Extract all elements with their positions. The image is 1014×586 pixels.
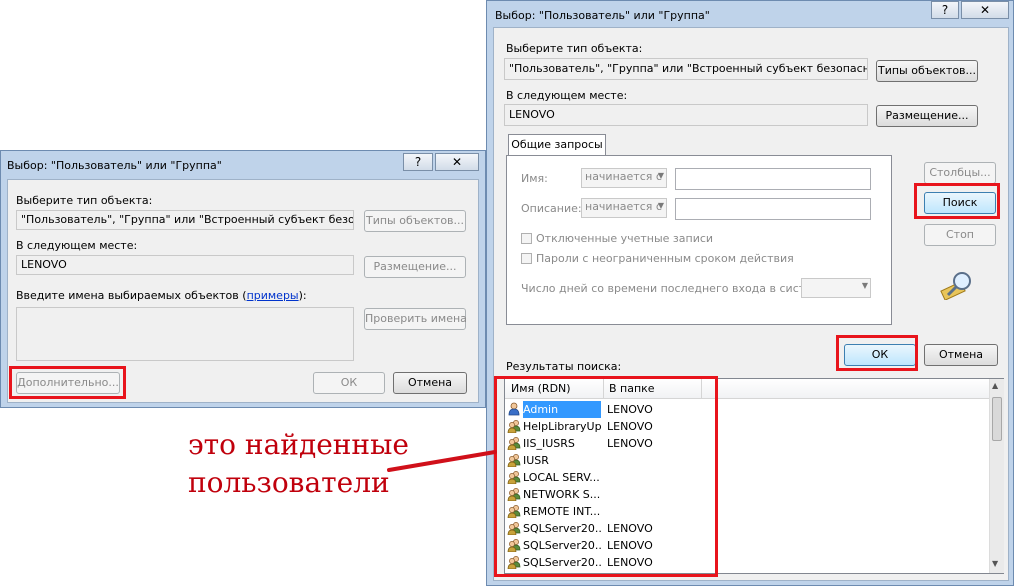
search-button-highlight <box>914 183 1000 219</box>
close-button[interactable]: ✕ <box>961 1 1009 19</box>
tab-general-queries[interactable]: Общие запросы <box>508 134 606 156</box>
disabled-accounts-checkbox[interactable]: Отключенные учетные записи <box>521 232 713 245</box>
annotation-line-1: это найденные <box>188 428 409 461</box>
annotation-line-2: пользователи <box>188 466 390 499</box>
search-icon <box>940 272 971 300</box>
checkbox-box[interactable] <box>521 253 532 264</box>
chevron-down-icon: ▼ <box>861 281 868 290</box>
description-combo-value: начинается с <box>585 200 662 213</box>
non-expiring-passwords-checkbox[interactable]: Пароли с неограниченным сроком действия <box>521 252 794 265</box>
description-label: Описание: <box>521 202 582 215</box>
days-since-login-combo[interactable]: ▼ <box>801 278 871 298</box>
chevron-down-icon: ▼ <box>657 171 664 180</box>
check-names-button[interactable]: Проверить имена <box>364 308 467 330</box>
non-expiring-passwords-label: Пароли с неограниченным сроком действия <box>536 252 794 265</box>
help-button[interactable]: ? <box>931 1 959 19</box>
stop-button[interactable]: Стоп <box>924 224 996 246</box>
ok-button-highlight <box>836 335 918 371</box>
scroll-thumb[interactable] <box>992 397 1002 441</box>
enter-names-label: Введите имена выбираемых объектов (приме… <box>16 289 307 302</box>
enter-names-prefix: Введите имена выбираемых объектов ( <box>16 289 247 302</box>
results-label: Результаты поиска: <box>506 360 622 373</box>
advanced-button-highlight <box>9 366 126 399</box>
description-combo[interactable]: начинается с ▼ <box>581 198 667 218</box>
help-button[interactable]: ? <box>403 153 433 171</box>
name-combo[interactable]: начинается с ▼ <box>581 168 667 188</box>
object-type-label: Выберите тип объекта: <box>506 42 643 55</box>
names-textarea[interactable] <box>16 307 354 361</box>
location-field: LENOVO <box>16 255 354 275</box>
object-types-button[interactable]: Типы объектов... <box>364 210 466 232</box>
location-field: LENOVO <box>504 104 868 126</box>
close-button[interactable]: ✕ <box>435 153 479 171</box>
columns-button[interactable]: Столбцы... <box>924 162 996 184</box>
results-highlight <box>494 376 718 577</box>
checkbox-box[interactable] <box>521 233 532 244</box>
object-type-field: "Пользователь", "Группа" или "Встроенный… <box>504 58 868 80</box>
name-input[interactable] <box>675 168 871 190</box>
scroll-down-arrow[interactable]: ▼ <box>992 559 998 568</box>
name-label: Имя: <box>521 172 548 185</box>
location-label: В следующем месте: <box>506 89 628 102</box>
days-since-login-label: Число дней со времени последнего входа в… <box>521 282 831 295</box>
right-cancel-button[interactable]: Отмена <box>924 344 998 366</box>
location-button[interactable]: Размещение... <box>364 256 466 278</box>
scroll-up-arrow[interactable]: ▲ <box>992 381 998 390</box>
object-types-button[interactable]: Типы объектов... <box>876 60 978 82</box>
chevron-down-icon: ▼ <box>657 201 664 210</box>
vertical-scrollbar[interactable]: ▲ ▼ <box>989 379 1004 573</box>
location-button[interactable]: Размещение... <box>876 105 978 127</box>
disabled-accounts-label: Отключенные учетные записи <box>536 232 714 245</box>
name-combo-value: начинается с <box>585 170 662 183</box>
examples-link[interactable]: примеры <box>247 289 299 302</box>
location-label: В следующем месте: <box>16 239 138 252</box>
enter-names-suffix: ): <box>298 289 307 302</box>
description-input[interactable] <box>675 198 871 220</box>
annotation-arrow <box>387 450 497 472</box>
tab-label: Общие запросы <box>511 138 603 151</box>
tab-panel: Имя: начинается с ▼ Описание: начинается … <box>506 155 892 325</box>
left-cancel-button[interactable]: Отмена <box>393 372 467 394</box>
object-type-field: "Пользователь", "Группа" или "Встроенный… <box>16 210 354 230</box>
left-ok-button[interactable]: ОК <box>313 372 385 394</box>
right-dialog-title: Выбор: "Пользователь" или "Группа" <box>495 9 710 22</box>
object-type-label: Выберите тип объекта: <box>16 194 153 207</box>
left-dialog-title: Выбор: "Пользователь" или "Группа" <box>7 159 222 172</box>
